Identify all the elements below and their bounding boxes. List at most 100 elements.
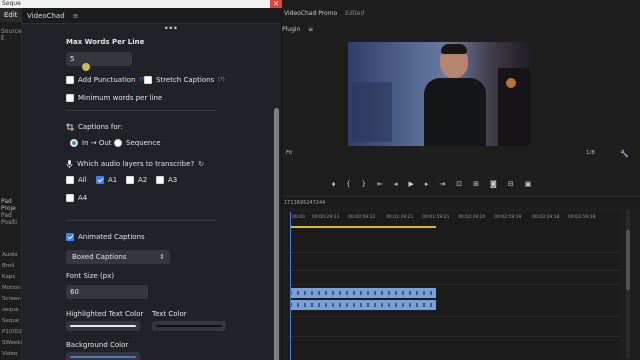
out-point-icon[interactable]: } — [362, 180, 366, 189]
program-monitor-header: VideoChad Promo Edited — [282, 8, 640, 20]
bin-item[interactable]: seque — [2, 305, 22, 316]
bin-item[interactable]: Screen — [2, 294, 22, 305]
animated-captions-checkbox[interactable] — [66, 233, 74, 241]
timeline[interactable]: 00:00 00:00:29:23 00:00:59:22 00:01:29:2… — [288, 212, 620, 360]
animated-captions-row[interactable]: Animated Captions — [66, 233, 145, 241]
caption-style-value: Boxed Captions — [72, 253, 127, 261]
edit-workspace-tab[interactable]: Edit — [0, 8, 22, 22]
bin-item[interactable]: Seque — [2, 316, 22, 327]
in-out-label: In → Out — [82, 139, 112, 147]
audio-layer-checkbox[interactable] — [66, 194, 74, 202]
screen: Edit Source: E Pad Proje Pad Positi Audi… — [0, 0, 640, 360]
source-panel-label[interactable]: Source: E — [0, 28, 24, 42]
project-panel-label[interactable]: Pad Proje — [0, 198, 21, 212]
captions-for-in-out[interactable]: In → Out — [70, 139, 112, 147]
camera-icon[interactable]: ◙ — [490, 180, 497, 189]
work-area-bar[interactable] — [290, 226, 436, 228]
max-words-input[interactable]: 5 — [66, 52, 132, 66]
play-icon[interactable]: ▶ — [408, 180, 413, 189]
captions-for-row: Captions for: — [66, 123, 123, 131]
panel-menu-icon[interactable]: ≡ — [73, 12, 79, 20]
audio-layer-a2[interactable]: A2 — [126, 176, 147, 184]
panel-scrollbar[interactable] — [274, 50, 279, 360]
ruler-time: 00:03:59:18 — [568, 215, 596, 220]
clip-edits — [290, 291, 436, 295]
bin-item[interactable]: Broll — [2, 261, 22, 272]
resolution-dropdown[interactable]: 1/8 — [586, 150, 595, 156]
sequence-tab[interactable]: Seque — [2, 0, 21, 8]
audio-layer-a4[interactable]: A4 — [66, 194, 87, 202]
zoom-dropdown[interactable]: Fit — [286, 150, 292, 156]
min-words-row[interactable]: Minimum words per line — [66, 94, 162, 102]
captions-for-sequence[interactable]: Sequence — [114, 139, 161, 147]
audio-layers-row: Which audio layers to transcribe? ↻ — [66, 160, 204, 168]
ruler-time: 00:01:29:21 — [386, 215, 414, 220]
min-words-checkbox[interactable] — [66, 94, 74, 102]
refresh-icon[interactable]: ↻ — [198, 160, 204, 168]
bin-item[interactable]: Kaps — [2, 272, 22, 283]
add-punctuation-row[interactable]: Add Punctuation (?) — [66, 76, 146, 84]
audio-layer-a1[interactable]: A1 — [96, 176, 117, 184]
background-color-picker[interactable] — [66, 352, 140, 360]
resolution-label: 1/8 — [586, 150, 595, 156]
add-punctuation-checkbox[interactable] — [66, 76, 74, 84]
info-icon[interactable]: (?) — [218, 77, 225, 83]
text-color-picker[interactable] — [152, 321, 226, 331]
audio-layer-all[interactable]: All — [66, 176, 87, 184]
bin-item[interactable]: P1(0020 — [2, 327, 22, 338]
text-color-label: Text Color — [152, 310, 187, 318]
stretch-captions-row[interactable]: Stretch Captions (?) — [144, 76, 225, 84]
timeline-scrollbar[interactable] — [626, 210, 630, 358]
bin-item[interactable]: SWeeki — [2, 338, 22, 349]
project-panel-label-2[interactable]: Pad Positi — [0, 212, 21, 226]
presenter-hair — [441, 44, 467, 54]
audio-layer-checkbox[interactable] — [96, 176, 104, 184]
scrollbar-thumb[interactable] — [274, 108, 279, 360]
in-point-icon[interactable]: { — [346, 180, 350, 189]
export-icon[interactable]: ▣ — [525, 180, 532, 189]
go-to-out-icon[interactable]: ⇥ — [439, 180, 445, 189]
step-back-icon[interactable]: ◂ — [394, 180, 398, 189]
lift-icon[interactable]: ⊡ — [456, 180, 462, 189]
section-divider — [66, 110, 216, 111]
video-clip[interactable] — [290, 288, 436, 298]
caption-style-select[interactable]: Boxed Captions ⇕ — [66, 250, 170, 264]
plugin-tab-label: Plugin — [282, 26, 301, 33]
audio-layer-checkbox[interactable] — [126, 176, 134, 184]
program-monitor-video[interactable] — [348, 42, 530, 146]
track-divider — [288, 270, 620, 271]
audio-layer-checkbox[interactable] — [156, 176, 164, 184]
panel-menu-icon[interactable]: ≡ — [308, 26, 313, 33]
settings-wrench-icon[interactable]: 🔧 — [620, 150, 629, 158]
extract-icon[interactable]: ⊞ — [473, 180, 479, 189]
sequence-label: Sequence — [126, 139, 161, 147]
section-divider — [66, 220, 216, 221]
in-out-radio[interactable] — [70, 139, 78, 147]
animated-captions-label: Animated Captions — [78, 233, 145, 241]
bin-item[interactable]: Audio — [2, 250, 22, 261]
go-to-in-icon[interactable]: ⇤ — [377, 180, 383, 189]
compare-icon[interactable]: ⊟ — [508, 180, 514, 189]
sequence-radio[interactable] — [114, 139, 122, 147]
bin-item[interactable]: Motion — [2, 283, 22, 294]
close-icon[interactable]: ✕ — [270, 0, 282, 8]
playhead[interactable] — [290, 212, 291, 360]
transport-controls: ⬧ { } ⇤ ◂ ▶ ▸ ⇥ ⊡ ⊞ ◙ ⊟ ▣ — [332, 180, 531, 189]
panel-title[interactable]: VideoChad — [27, 12, 65, 20]
timeline-ruler[interactable]: 00:00 00:00:29:23 00:00:59:22 00:01:29:2… — [288, 212, 620, 224]
scrollbar-thumb[interactable] — [626, 230, 630, 290]
window-titlebar: Seque ✕ — [0, 0, 282, 8]
marker-icon[interactable]: ⬧ — [332, 180, 335, 189]
stretch-captions-checkbox[interactable] — [144, 76, 152, 84]
step-forward-icon[interactable]: ▸ — [425, 180, 429, 189]
program-title[interactable]: VideoChad Promo — [284, 10, 337, 17]
highlighted-text-color-picker[interactable] — [66, 321, 140, 331]
ruler-time: 00:00:29:23 — [312, 215, 340, 220]
audio-clip[interactable] — [290, 300, 436, 310]
bin-item[interactable]: Video — [2, 349, 22, 360]
font-size-input[interactable]: 60 — [66, 285, 148, 299]
sequence-timecode[interactable]: 1713695247244 — [284, 200, 325, 206]
audio-layer-checkbox[interactable] — [66, 176, 74, 184]
plugin-tab[interactable]: Plugin ≡ — [282, 26, 313, 33]
audio-layer-a3[interactable]: A3 — [156, 176, 177, 184]
